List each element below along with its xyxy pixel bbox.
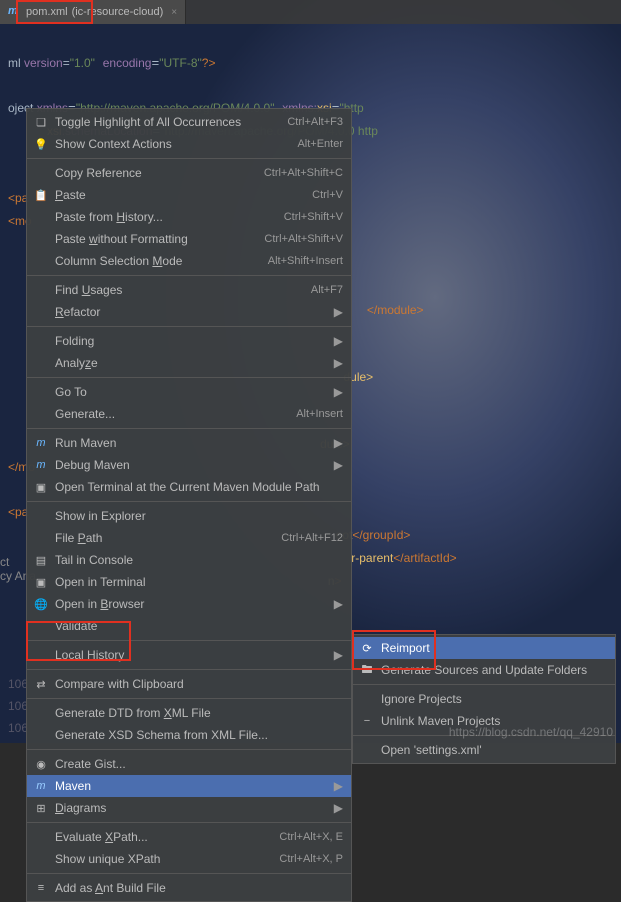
chevron-right-icon: ▶ xyxy=(334,597,343,611)
chevron-right-icon: ▶ xyxy=(334,385,343,399)
menu-context-actions[interactable]: 💡Show Context ActionsAlt+Enter xyxy=(27,133,351,155)
chevron-right-icon: ▶ xyxy=(334,648,343,662)
globe-icon: 🌐 xyxy=(33,598,49,611)
menu-paste[interactable]: 📋PasteCtrl+V xyxy=(27,184,351,206)
menu-generate[interactable]: Generate...Alt+Insert xyxy=(27,403,351,425)
file-tab[interactable]: m pom.xml (ic-resource-cloud) × xyxy=(0,0,186,24)
menu-paste-noformat[interactable]: Paste without FormattingCtrl+Alt+Shift+V xyxy=(27,228,351,250)
close-icon[interactable]: × xyxy=(171,7,177,18)
menu-local-history[interactable]: Local History▶ xyxy=(27,644,351,666)
tab-bar: m pom.xml (ic-resource-cloud) × xyxy=(0,0,621,24)
diagram-icon: ⊞ xyxy=(33,802,49,815)
chevron-right-icon: ▶ xyxy=(334,801,343,815)
menu-open-terminal[interactable]: ▣Open in Terminal xyxy=(27,571,351,593)
ant-icon: ≡ xyxy=(33,882,49,894)
maven-icon: m xyxy=(33,780,49,792)
menu-file-path[interactable]: File PathCtrl+Alt+F12 xyxy=(27,527,351,549)
menu-diagrams[interactable]: ⊞Diagrams▶ xyxy=(27,797,351,819)
maven-icon: m xyxy=(8,5,22,19)
menu-folding[interactable]: Folding▶ xyxy=(27,330,351,352)
tab-suffix: (ic-resource-cloud) xyxy=(72,6,164,18)
menu-run-maven[interactable]: mRun Maven▶ xyxy=(27,432,351,454)
unlink-icon: − xyxy=(359,715,375,727)
menu-show-explorer[interactable]: Show in Explorer xyxy=(27,505,351,527)
submenu-open-settings[interactable]: Open 'settings.xml' xyxy=(353,739,615,761)
menu-show-xpath[interactable]: Show unique XPathCtrl+Alt+X, P xyxy=(27,848,351,870)
folder-icon: 🖿 xyxy=(359,661,375,680)
chevron-right-icon: ▶ xyxy=(334,779,343,793)
menu-gen-dtd[interactable]: Generate DTD from XML File xyxy=(27,702,351,724)
menu-toggle-highlight[interactable]: ❏Toggle Highlight of All OccurrencesCtrl… xyxy=(27,111,351,133)
paste-icon: 📋 xyxy=(33,189,49,202)
submenu-ignore[interactable]: Ignore Projects xyxy=(353,688,615,710)
chevron-right-icon: ▶ xyxy=(334,436,343,450)
menu-open-terminal-maven[interactable]: ▣Open Terminal at the Current Maven Modu… xyxy=(27,476,351,498)
menu-column-select[interactable]: Column Selection ModeAlt+Shift+Insert xyxy=(27,250,351,272)
menu-maven[interactable]: mMaven▶ xyxy=(27,775,351,797)
menu-tail-console[interactable]: ▤Tail in Console xyxy=(27,549,351,571)
bulb-icon: 💡 xyxy=(33,138,49,151)
menu-debug-maven[interactable]: mDebug Maven▶ xyxy=(27,454,351,476)
menu-analyze[interactable]: Analyze▶ xyxy=(27,352,351,374)
submenu-generate-sources[interactable]: 🖿Generate Sources and Update Folders xyxy=(353,659,615,681)
menu-refactor[interactable]: Refactor▶ xyxy=(27,301,351,323)
compare-icon: ⇄ xyxy=(33,678,49,691)
line-numbers: 106106106 xyxy=(0,673,28,739)
context-menu: ❏Toggle Highlight of All OccurrencesCtrl… xyxy=(26,108,352,902)
chevron-right-icon: ▶ xyxy=(334,305,343,319)
chevron-right-icon: ▶ xyxy=(334,458,343,472)
chevron-right-icon: ▶ xyxy=(334,356,343,370)
watermark: https://blog.csdn.net/qq_42910 xyxy=(449,725,613,739)
submenu-reimport[interactable]: ⟳Reimport xyxy=(353,637,615,659)
terminal-icon: ▣ xyxy=(33,576,49,589)
menu-goto[interactable]: Go To▶ xyxy=(27,381,351,403)
menu-copy-reference[interactable]: Copy ReferenceCtrl+Alt+Shift+C xyxy=(27,162,351,184)
menu-compare-clipboard[interactable]: ⇄Compare with Clipboard xyxy=(27,673,351,695)
menu-open-browser[interactable]: 🌐Open in Browser▶ xyxy=(27,593,351,615)
menu-ant-build[interactable]: ≡Add as Ant Build File xyxy=(27,877,351,899)
menu-paste-history[interactable]: Paste from History...Ctrl+Shift+V xyxy=(27,206,351,228)
reimport-icon: ⟳ xyxy=(359,642,375,655)
highlight-icon: ❏ xyxy=(33,116,49,129)
menu-find-usages[interactable]: Find UsagesAlt+F7 xyxy=(27,279,351,301)
terminal-icon: ▣ xyxy=(33,481,49,494)
github-icon: ◉ xyxy=(33,758,49,771)
tab-filename: pom.xml xyxy=(26,6,68,18)
maven-icon: m xyxy=(33,437,49,449)
chevron-right-icon: ▶ xyxy=(334,334,343,348)
console-icon: ▤ xyxy=(33,554,49,567)
maven-debug-icon: m xyxy=(33,459,49,471)
menu-create-gist[interactable]: ◉Create Gist... xyxy=(27,753,351,775)
maven-submenu: ⟳Reimport 🖿Generate Sources and Update F… xyxy=(352,634,616,764)
menu-validate[interactable]: Validate xyxy=(27,615,351,637)
menu-eval-xpath[interactable]: Evaluate XPath...Ctrl+Alt+X, E xyxy=(27,826,351,848)
